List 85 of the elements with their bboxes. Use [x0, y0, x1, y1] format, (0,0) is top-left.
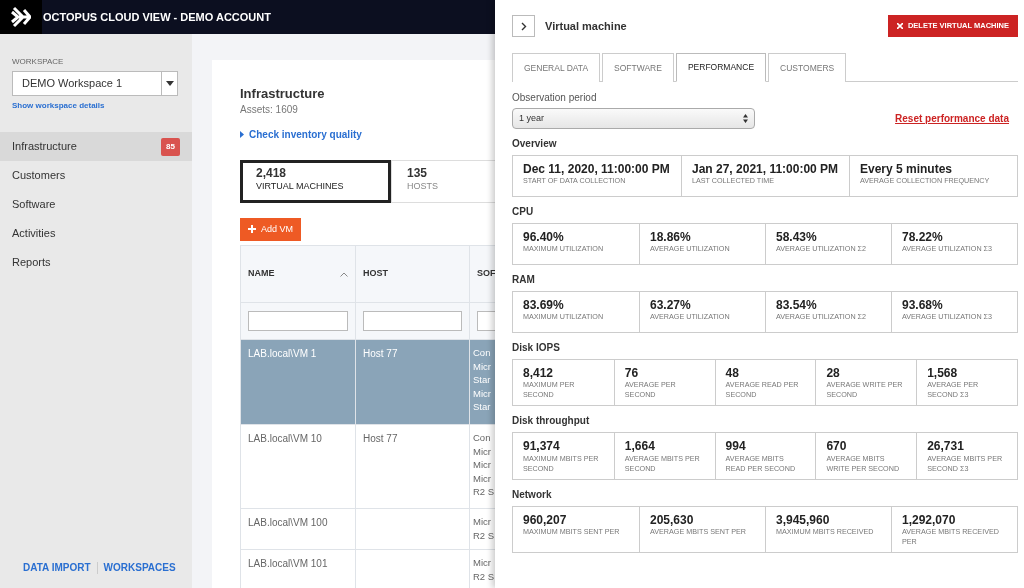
metric-value: 26,731: [927, 439, 965, 454]
metric-value: 28: [826, 365, 841, 381]
filter-field[interactable]: [248, 311, 348, 332]
workspace-select[interactable]: DEMO Workspace 1: [12, 71, 178, 96]
period-label: Observation period: [512, 90, 598, 105]
metric-value: 48: [725, 365, 740, 381]
metric-value: 18.86%: [650, 229, 692, 245]
section-title: Network: [512, 487, 553, 502]
tab[interactable]: SOFTWARE: [602, 53, 674, 82]
workspace-label: WORKSPACE: [12, 56, 65, 68]
metric-value: 93.68%: [902, 297, 944, 313]
count-badge: 85: [161, 137, 180, 156]
panel-title: Virtual machine: [545, 18, 627, 34]
table-cell: LAB.local\VM 1: [240, 339, 356, 425]
assets-count: Assets: 1609: [240, 102, 299, 117]
table-cell: LAB.local\VM 101: [240, 549, 356, 588]
filter-field[interactable]: [363, 311, 462, 332]
metric-value: 91,374: [523, 439, 561, 454]
section-title: Disk throughput: [512, 414, 591, 429]
caret-icon: [240, 130, 244, 138]
counter-label: HOSTS: [407, 180, 439, 193]
counter-label: VIRTUAL MACHINES: [256, 180, 345, 193]
tab[interactable]: PERFORMANCE: [675, 53, 767, 82]
column-header[interactable]: SOF: [469, 245, 495, 303]
section-title: RAM: [512, 272, 536, 287]
nav-item[interactable]: Infrastructure 85: [0, 132, 192, 161]
nav-item[interactable]: Reports: [0, 248, 192, 277]
column-label[interactable]: NAME: [248, 267, 275, 281]
collapse-button[interactable]: [512, 15, 535, 37]
metric-value: Dec 11, 2020, 11:00:00 PM: [523, 161, 671, 177]
plus-icon: [248, 225, 256, 234]
nav-item[interactable]: Customers: [0, 161, 192, 190]
nav-label: Software: [12, 197, 56, 213]
table-cell: LAB.local\VM 100: [240, 508, 356, 550]
metric-value: 670: [826, 439, 848, 454]
nav-label: Reports: [12, 255, 51, 271]
page-title: Infrastructure: [240, 86, 326, 102]
column-header[interactable]: HOST: [355, 245, 470, 303]
metric-value: 76: [624, 365, 640, 381]
metric-value: 78.22%: [902, 229, 944, 245]
section-title: CPU: [512, 204, 535, 219]
table-cell: Host 77: [355, 339, 470, 425]
metric-value: 3,945,960: [776, 512, 831, 527]
updown-icon: [743, 113, 748, 123]
metric-value: 960,207: [523, 512, 568, 527]
metric-value: Every 5 minutes: [860, 161, 954, 177]
metric-value: 8,412: [523, 365, 555, 381]
tab[interactable]: CUSTOMERS: [768, 53, 847, 82]
tab[interactable]: GENERAL DATA: [512, 53, 601, 82]
metric-value: 1,568: [927, 365, 959, 381]
metric-value: 205,630: [650, 512, 695, 527]
nav-label: Customers: [12, 168, 66, 184]
caret-icon: [165, 81, 174, 86]
workspace-details-link[interactable]: Show workspace details: [12, 101, 105, 110]
check-inventory-link[interactable]: Check inventory quality: [240, 126, 362, 142]
metric-value: 96.40%: [523, 229, 565, 245]
table-cell: LAB.local\VM 10: [240, 424, 356, 509]
metric-value: 1,292,070: [902, 512, 957, 527]
filter-field[interactable]: [477, 311, 495, 332]
counter-value: 135: [407, 165, 429, 180]
logo-icon: [11, 6, 31, 28]
metric-value: 83.54%: [776, 297, 818, 313]
chevron-icon: [520, 21, 527, 31]
metric-value: 994: [725, 439, 747, 454]
nav-label: Activities: [12, 226, 56, 242]
footer-link[interactable]: DATA IMPORT: [23, 560, 91, 575]
table-cell: Con Micr Star Micr Star: [469, 339, 495, 425]
metric-value: 83.69%: [523, 297, 565, 313]
footer-link[interactable]: WORKSPACES: [103, 560, 176, 575]
nav-item[interactable]: Software: [0, 190, 192, 219]
metric-value: 1,664: [624, 439, 656, 454]
reset-link[interactable]: Reset performance data: [895, 110, 1009, 126]
counter-value: 2,418: [256, 165, 288, 180]
metric-value: Jan 27, 2021, 11:00:00 PM: [692, 161, 839, 177]
app-title: OCTOPUS CLOUD VIEW - DEMO ACCOUNT: [43, 9, 271, 25]
table-cell: Host 77: [355, 424, 470, 509]
nav-item[interactable]: Activities: [0, 219, 192, 248]
section-title: Disk IOPS: [512, 340, 561, 355]
section-title: Overview: [512, 136, 558, 151]
period-select[interactable]: 1 year: [512, 107, 755, 129]
metric-value: 63.27%: [650, 297, 692, 313]
metric-value: 58.43%: [776, 229, 818, 245]
counter-tab[interactable]: 2,418 VIRTUAL MACHINES: [240, 159, 391, 203]
close-icon: [896, 23, 903, 29]
nav-label: Infrastructure: [12, 139, 77, 155]
